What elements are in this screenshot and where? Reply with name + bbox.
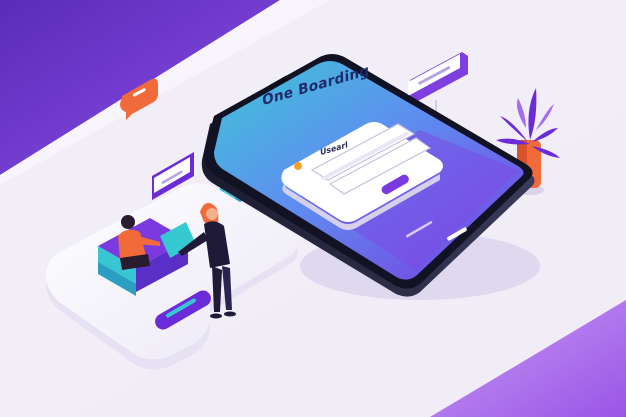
isometric-illustration xyxy=(0,0,626,417)
login-card-dot xyxy=(294,162,302,170)
